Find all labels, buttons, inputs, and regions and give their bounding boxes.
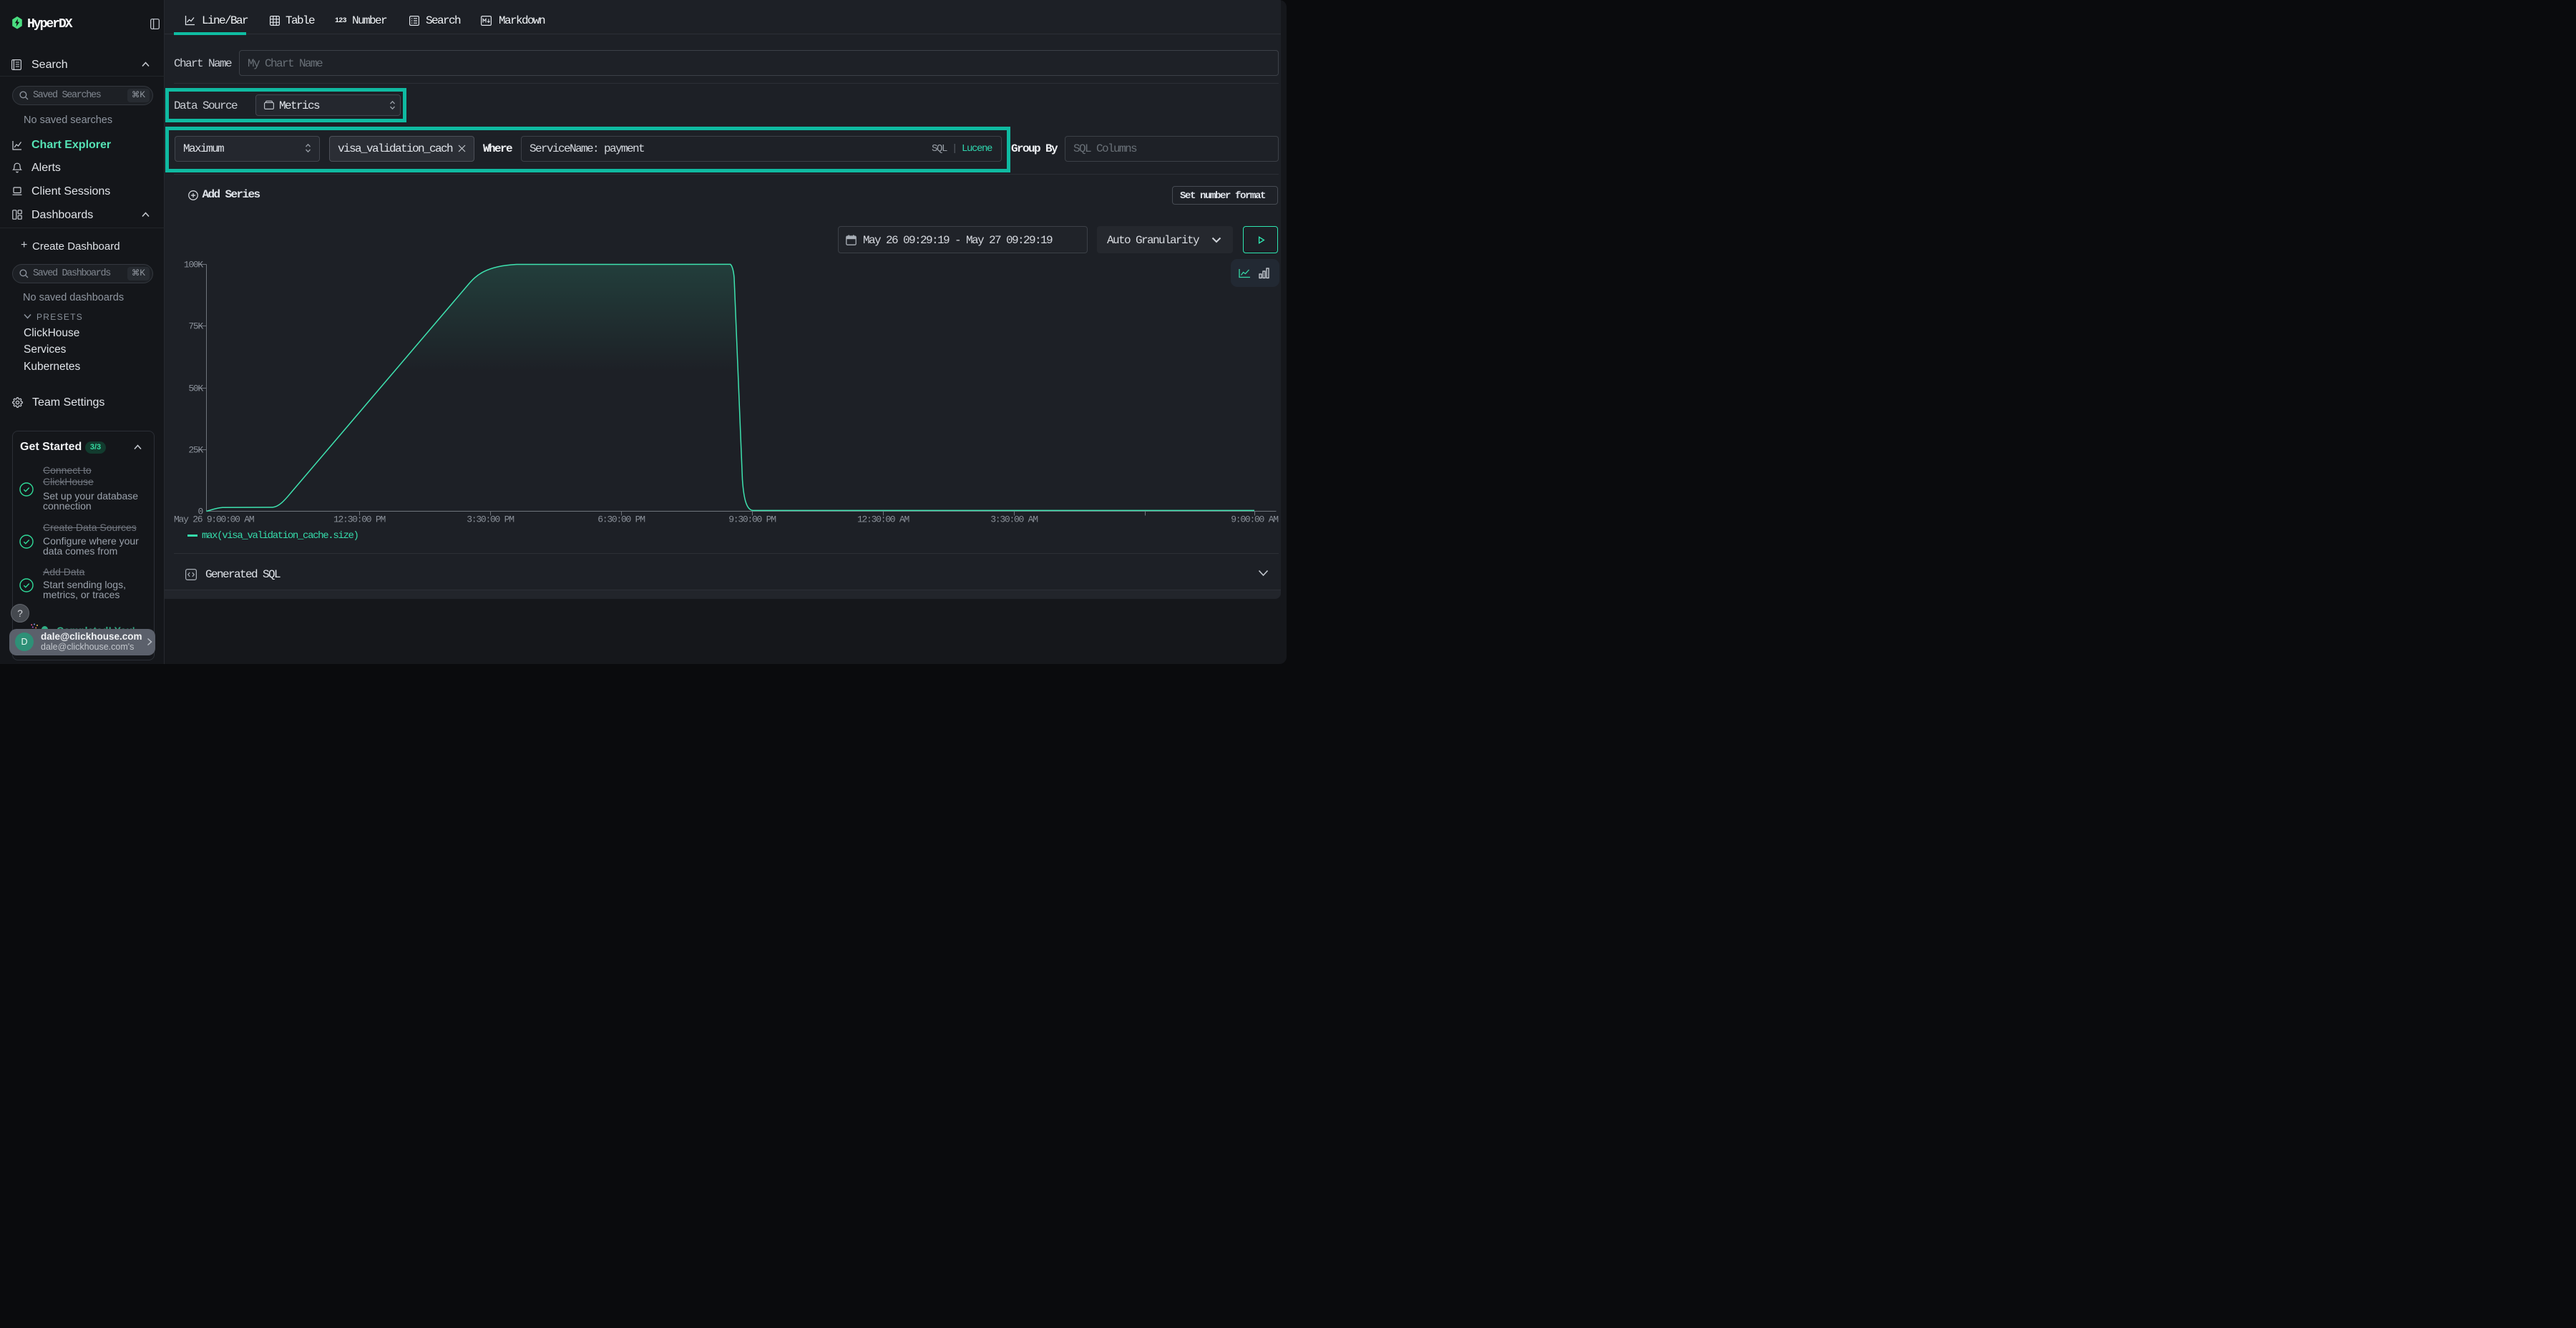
svg-text:3:30:00 PM: 3:30:00 PM	[467, 514, 514, 525]
svg-text:6:30:00 PM: 6:30:00 PM	[597, 514, 645, 525]
svg-text:9:30:00 PM: 9:30:00 PM	[728, 514, 776, 525]
svg-text:3:30:00 AM: 3:30:00 AM	[990, 514, 1038, 525]
svg-text:May 26 9:00:00 AM: May 26 9:00:00 AM	[174, 514, 254, 525]
svg-text:50K: 50K	[188, 384, 203, 394]
svg-text:12:30:00 PM: 12:30:00 PM	[333, 514, 386, 525]
svg-text:25K: 25K	[188, 445, 203, 456]
svg-text:9:00:00 AM: 9:00:00 AM	[1231, 514, 1278, 525]
svg-text:100K: 100K	[184, 260, 204, 270]
svg-text:75K: 75K	[188, 321, 203, 332]
svg-text:12:30:00 AM: 12:30:00 AM	[857, 514, 909, 525]
